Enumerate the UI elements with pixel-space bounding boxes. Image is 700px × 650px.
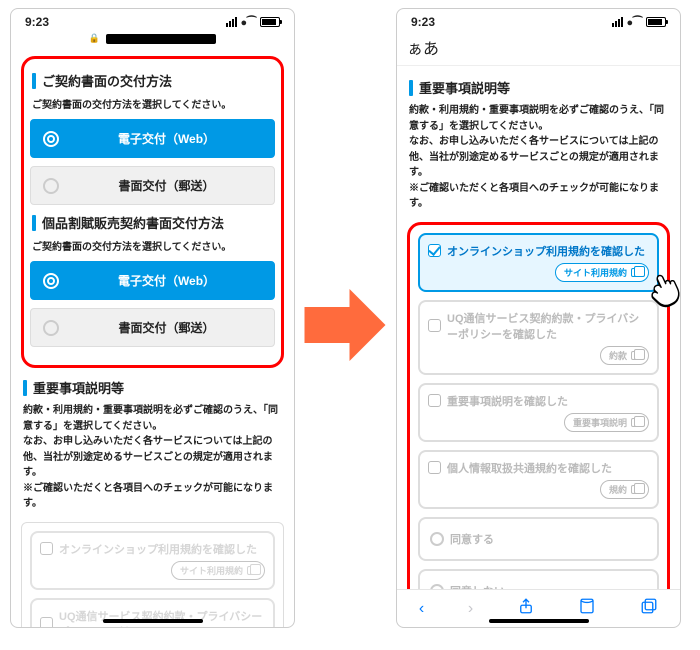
section-bar-icon	[32, 215, 36, 231]
section-title-important-matters: 重要事項説明等	[23, 378, 282, 397]
external-link-icon	[247, 566, 256, 575]
battery-icon	[260, 17, 280, 27]
option-paper-delivery-2[interactable]: 書面交付（郵送）	[30, 308, 275, 347]
section-bar-icon	[23, 380, 27, 396]
terms-link-pill: サイト利用規約	[171, 561, 265, 580]
terms-list-disabled: オンラインショップ利用規約を確認した サイト利用規約 UQ通信サービス契約約款・…	[21, 522, 284, 628]
battery-icon	[646, 17, 666, 27]
external-link-icon	[631, 268, 640, 277]
section-bar-icon	[32, 73, 36, 89]
section-bar-icon	[409, 80, 413, 96]
phone-screenshot-right: 9:23 ●⁀ ぁあ 重要事項説明等 約款・利用規約・重要事項説明を必ずご確認の…	[396, 8, 681, 628]
external-link-icon	[631, 485, 640, 494]
term-online-shop: オンラインショップ利用規約を確認した サイト利用規約	[30, 531, 275, 590]
signal-icon	[612, 17, 623, 27]
address-bar: 🔒	[11, 31, 294, 50]
status-time: 9:23	[25, 15, 49, 29]
option-agree[interactable]: 同意する	[418, 517, 659, 561]
back-button[interactable]: ‹	[419, 600, 424, 618]
explanatory-paragraph: 約款・利用規約・重要事項説明を必ずご確認のうえ、「同意する」を選択してください。…	[23, 403, 282, 512]
term-personal-info[interactable]: 個人情報取扱共通規約を確認した 規約	[418, 450, 659, 509]
checkbox-icon	[428, 319, 441, 332]
radio-icon	[43, 131, 59, 147]
section-subtitle: ご契約書面の交付方法を選択してください。	[32, 96, 273, 111]
radio-icon	[43, 320, 59, 336]
address-bar[interactable]: ぁあ	[397, 31, 680, 66]
status-bar: 9:23 ●⁀	[11, 9, 294, 31]
option-paper-delivery[interactable]: 書面交付（郵送）	[30, 166, 275, 205]
terms-link-pill[interactable]: サイト利用規約	[555, 263, 649, 282]
term-uq-service[interactable]: UQ通信サービス契約約款・プライバシーポリシーを確認した 約款	[418, 300, 659, 375]
checkbox-icon	[40, 617, 53, 627]
status-time: 9:23	[411, 15, 435, 29]
section-title-important-matters: 重要事項説明等	[409, 78, 668, 97]
external-link-icon	[631, 418, 640, 427]
phone-screenshot-left: 9:23 ●⁀ 🔒 ご契約書面の交付方法 ご契約書面の交付方法を選択してください…	[10, 8, 295, 628]
home-indicator	[103, 619, 203, 623]
wifi-icon: ●⁀	[241, 16, 257, 29]
radio-icon	[43, 273, 59, 289]
section-title-installment-delivery: 個品割賦販売契約書面交付方法	[32, 213, 273, 232]
home-indicator	[489, 619, 589, 623]
section-subtitle: ご契約書面の交付方法を選択してください。	[32, 238, 273, 253]
text-size-control[interactable]: ぁあ	[407, 35, 439, 59]
section-title-contract-delivery: ご契約書面の交付方法	[32, 71, 273, 90]
radio-icon	[430, 584, 444, 590]
checkbox-icon	[40, 542, 53, 555]
bookmarks-button[interactable]	[578, 597, 596, 620]
status-bar: 9:23 ●⁀	[397, 9, 680, 31]
arrow-next-step	[300, 280, 390, 370]
explanatory-paragraph: 約款・利用規約・重要事項説明を必ずご確認のうえ、「同意する」を選択してください。…	[409, 103, 668, 212]
option-electronic-delivery-2[interactable]: 電子交付（Web）	[30, 261, 275, 300]
highlight-box-terms: オンラインショップ利用規約を確認した サイト利用規約 UQ通信サービス契約約款・…	[407, 222, 670, 590]
checkbox-icon	[428, 394, 441, 407]
url-redacted	[106, 34, 216, 44]
terms-link-pill[interactable]: 規約	[600, 480, 649, 499]
checkbox-icon	[428, 461, 441, 474]
signal-icon	[226, 17, 237, 27]
term-online-shop[interactable]: オンラインショップ利用規約を確認した サイト利用規約	[418, 233, 659, 292]
radio-icon	[43, 178, 59, 194]
radio-icon	[430, 532, 444, 546]
wifi-icon: ●⁀	[627, 16, 643, 29]
terms-link-pill[interactable]: 重要事項説明	[564, 413, 649, 432]
option-disagree[interactable]: 同意しない	[418, 569, 659, 590]
option-electronic-delivery[interactable]: 電子交付（Web）	[30, 119, 275, 158]
share-button[interactable]	[517, 597, 535, 620]
tabs-button[interactable]	[640, 597, 658, 620]
checkbox-icon	[428, 244, 441, 257]
forward-button[interactable]: ›	[468, 600, 473, 618]
external-link-icon	[631, 351, 640, 360]
term-important-matters[interactable]: 重要事項説明を確認した 重要事項説明	[418, 383, 659, 442]
terms-link-pill[interactable]: 約款	[600, 346, 649, 365]
lock-icon: 🔒	[89, 33, 100, 44]
highlight-box-delivery-methods: ご契約書面の交付方法 ご契約書面の交付方法を選択してください。 電子交付（Web…	[21, 56, 284, 368]
